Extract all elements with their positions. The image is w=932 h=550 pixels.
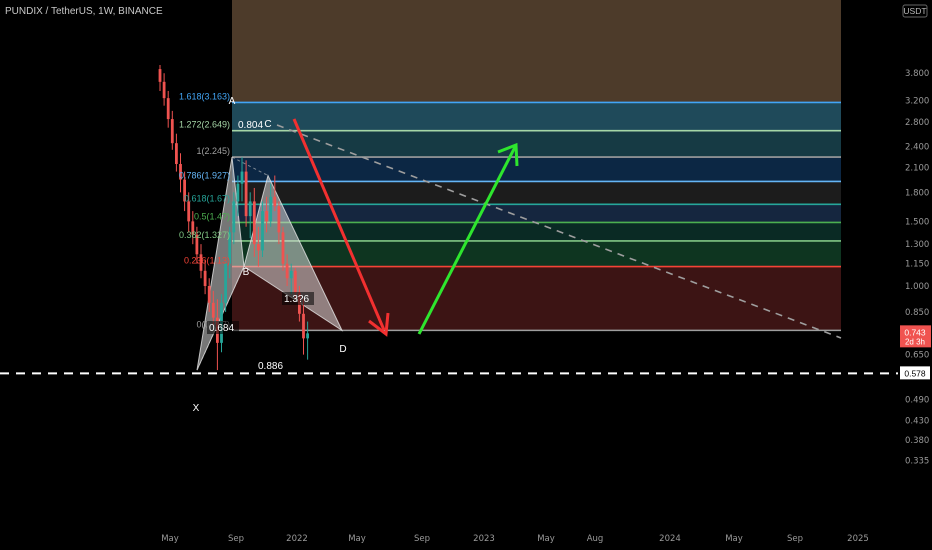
candle-body[interactable] <box>224 263 227 303</box>
chart-title: PUNDIX / TetherUS, 1W, BINANCE <box>5 6 163 17</box>
current-price-label: 0.743 <box>904 327 926 337</box>
currency-badge: USDT <box>902 4 928 18</box>
candle-body[interactable] <box>175 143 178 164</box>
pattern-ratio-label: 0.804 <box>238 120 263 131</box>
price-tick-label: 0.335 <box>905 456 929 466</box>
fib-level-label: 1.272(2.649) <box>179 120 230 130</box>
candle-body[interactable] <box>285 263 289 279</box>
pattern-ratio-label: 0.886 <box>258 361 283 372</box>
candle-body[interactable] <box>166 98 170 120</box>
fib-level-label: 1(2.245) <box>196 146 230 156</box>
currency-label: USDT <box>903 6 926 16</box>
pattern-point-c: C <box>264 119 271 130</box>
candle-body[interactable] <box>261 211 264 251</box>
price-tick-label: 3.200 <box>905 97 929 107</box>
candle-body[interactable] <box>289 270 293 279</box>
time-tick-label: 2023 <box>473 534 495 544</box>
time-tick-label: May <box>725 534 743 544</box>
price-tick-label: 0.650 <box>905 351 929 361</box>
price-tick-label: 2.400 <box>905 142 929 152</box>
candle-body[interactable] <box>269 196 273 222</box>
fib-zone <box>232 157 841 182</box>
price-tick-label: 1.000 <box>905 282 929 292</box>
candle-body[interactable] <box>232 201 236 233</box>
fib-zones <box>232 0 841 331</box>
time-tick-label: May <box>161 534 179 544</box>
price-tick-label: 0.380 <box>905 436 929 446</box>
candle-body[interactable] <box>203 270 207 286</box>
price-chart[interactable]: 1.618(3.163) 1.272(2.649) 1(2.245) 0.786(1.… <box>0 0 932 550</box>
pattern-point-b: B <box>243 267 250 278</box>
candle-body[interactable] <box>277 206 281 233</box>
time-tick-label: Sep <box>228 534 244 544</box>
fib-level-label: 0.236(1.13) <box>184 256 230 266</box>
fib-level-label: 0.786(1.927) <box>179 170 230 180</box>
candle-body[interactable] <box>170 119 174 144</box>
fib-zone <box>232 102 841 131</box>
price-tick-label: 1.500 <box>905 217 929 227</box>
fib-zone <box>232 204 841 223</box>
price-axis-bg <box>898 0 932 550</box>
fib-level-label: 0.5(1.4?) <box>194 211 230 221</box>
price-tick-label: 3.800 <box>905 69 929 79</box>
pattern-point-x: X <box>193 403 200 414</box>
fib-zone <box>232 130 841 158</box>
candle-body[interactable] <box>158 69 162 82</box>
fib-level-label: 0.618(1.67) <box>184 193 230 203</box>
price-tick-label: 0.850 <box>905 308 929 318</box>
pattern-ratio-label: 0.684 <box>209 323 234 334</box>
candle-body[interactable] <box>240 171 244 184</box>
candle-body[interactable] <box>306 333 309 339</box>
candle-body[interactable] <box>207 286 211 303</box>
candle-body[interactable] <box>293 270 297 293</box>
candle-body[interactable] <box>273 196 277 207</box>
fib-level-label: 0.382(1.327) <box>179 230 230 240</box>
candle-body[interactable] <box>265 211 268 222</box>
price-tick-label: 0.490 <box>905 396 929 406</box>
time-tick-label: Sep <box>787 534 803 544</box>
price-tick-label: 1.150 <box>905 260 929 270</box>
candle-body[interactable] <box>162 81 166 99</box>
time-tick-label: Aug <box>587 534 604 544</box>
candle-body[interactable] <box>236 183 240 202</box>
time-tick-label: Sep <box>414 534 430 544</box>
candle-body[interactable] <box>248 201 252 217</box>
pattern-ratio-label: 1.3?6 <box>284 294 309 305</box>
fib-zone-top <box>232 0 841 103</box>
price-tick-label: 2.800 <box>905 118 929 128</box>
candle-body[interactable] <box>244 171 248 217</box>
price-tick-label: 1.800 <box>905 188 929 198</box>
fib-level-label: 1.618(3.163) <box>179 91 230 101</box>
price-tick-label: 1.300 <box>905 240 929 250</box>
candle-body[interactable] <box>187 201 191 222</box>
time-tick-label: May <box>537 534 555 544</box>
pattern-point-a: A <box>229 96 236 107</box>
hline-price-label: 0.578 <box>904 368 926 378</box>
candle-body[interactable] <box>211 302 215 318</box>
time-tick-label: 2022 <box>286 534 308 544</box>
pattern-point-d: D <box>339 344 346 355</box>
bar-countdown-label: 2d 3h <box>905 337 925 346</box>
candle-body[interactable] <box>302 313 305 339</box>
price-tick-label: 0.430 <box>905 417 929 427</box>
price-axis: 3.800 3.200 2.800 2.400 2.100 1.800 1.500 1.300… <box>898 0 932 550</box>
candle-body[interactable] <box>257 244 260 251</box>
price-tick-label: 2.100 <box>905 164 929 174</box>
candle-body[interactable] <box>281 232 285 264</box>
time-tick-label: May <box>348 534 366 544</box>
time-tick-label: 2024 <box>659 534 681 544</box>
fib-zone <box>232 240 841 267</box>
time-tick-label: 2025 <box>847 534 869 544</box>
fib-zone <box>232 222 841 241</box>
candle-body[interactable] <box>252 201 256 245</box>
